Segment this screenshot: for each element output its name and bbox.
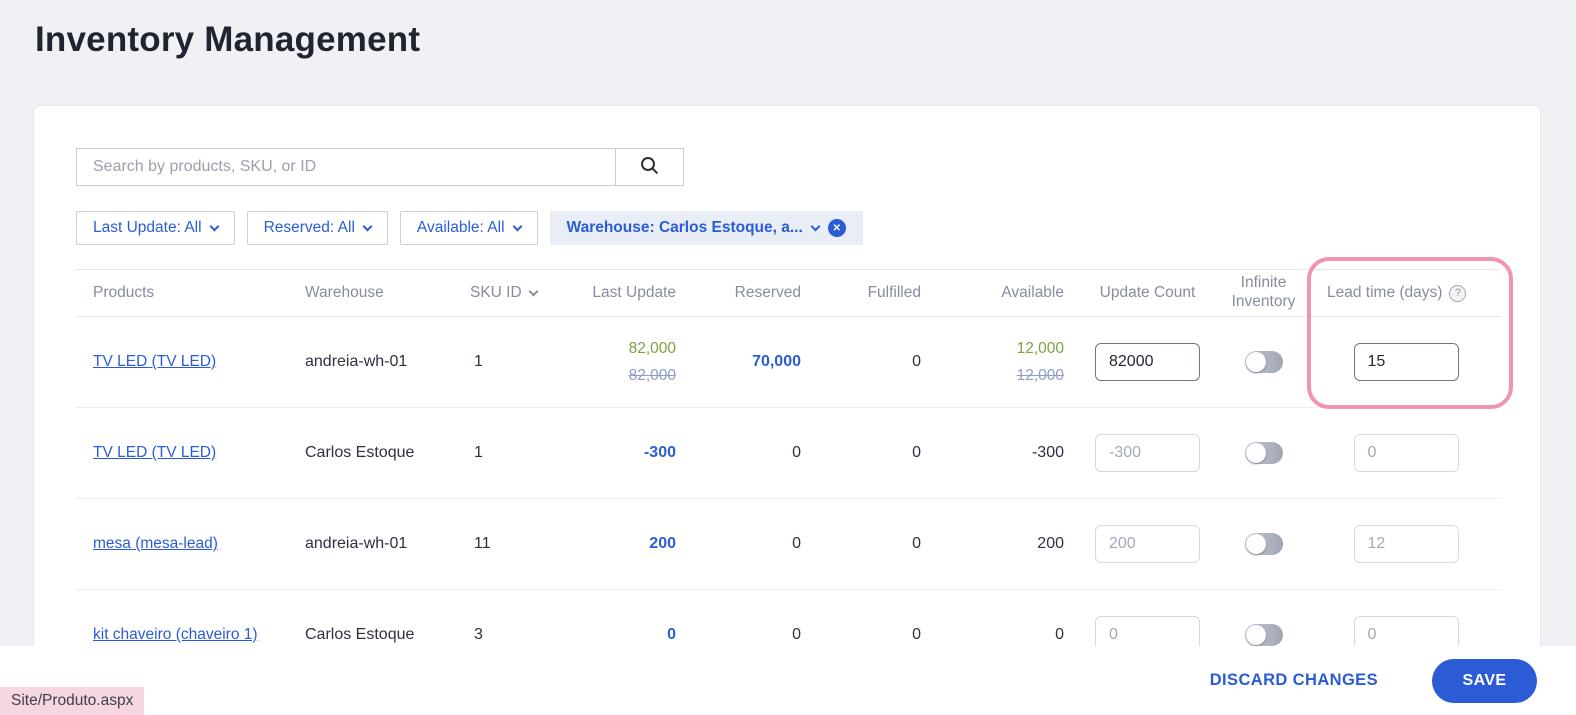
inventory-panel: Last Update: All Reserved: All Available…: [33, 105, 1541, 715]
warehouse-cell: andreia-wh-01: [305, 353, 408, 370]
fulfilled-cell: 0: [912, 353, 921, 370]
infinite-inventory-toggle[interactable]: [1244, 624, 1283, 646]
filter-last-update-label: Last Update: All: [93, 219, 202, 236]
available-new-value: 12,000: [1016, 339, 1064, 357]
clear-warehouse-filter-icon[interactable]: ✕: [827, 219, 846, 237]
save-button[interactable]: SAVE: [1432, 658, 1537, 703]
toggle-knob: [1245, 534, 1266, 554]
toggle-knob: [1245, 625, 1266, 645]
last-update-cell: 0: [667, 626, 676, 643]
toggle-knob: [1245, 443, 1266, 463]
sku-cell: 3: [474, 626, 483, 643]
available-cell: 0: [1055, 626, 1064, 643]
warehouse-cell: andreia-wh-01: [305, 535, 408, 552]
help-icon[interactable]: ?: [1449, 284, 1467, 302]
col-header-lead-time-label: Lead time (days): [1327, 284, 1443, 301]
filter-available[interactable]: Available: All: [399, 211, 538, 245]
col-header-last-update: Last Update: [592, 284, 676, 301]
filter-last-update[interactable]: Last Update: All: [76, 211, 235, 245]
update-count-input[interactable]: [1095, 525, 1200, 563]
filter-available-label: Available: All: [416, 219, 505, 236]
col-header-sku-label: SKU ID: [470, 284, 522, 301]
filter-reserved[interactable]: Reserved: All: [246, 211, 388, 245]
filter-reserved-label: Reserved: All: [263, 219, 355, 236]
inventory-management-screen: Inventory Management Last Update: All Re…: [0, 0, 1576, 715]
col-header-warehouse: Warehouse: [305, 284, 384, 301]
col-header-reserved: Reserved: [734, 284, 801, 301]
filter-warehouse-label: Warehouse: Carlos Estoque, a...: [566, 219, 803, 236]
last-update-cell: 82,000 82,000: [546, 340, 691, 385]
sku-cell: 11: [474, 535, 491, 552]
search-input[interactable]: [76, 148, 616, 186]
fulfilled-cell: 0: [912, 626, 921, 643]
available-cell: 12,000 12,000: [936, 340, 1079, 385]
col-header-infinite-inventory: Infinite Inventory: [1231, 274, 1296, 310]
toggle-knob: [1245, 352, 1266, 372]
col-header-available: Available: [1001, 284, 1064, 301]
fulfilled-cell: 0: [912, 444, 921, 461]
col-header-sku[interactable]: SKU ID: [456, 284, 546, 302]
col-header-fulfilled: Fulfilled: [867, 284, 921, 301]
available-old-value: 12,000: [1016, 366, 1064, 384]
reserved-cell: 0: [792, 444, 801, 461]
product-link[interactable]: mesa (mesa-lead): [93, 535, 218, 552]
lead-time-input[interactable]: [1353, 525, 1459, 563]
last-update-cell: -300: [643, 444, 676, 461]
reserved-cell: 70,000: [752, 353, 801, 370]
search-button[interactable]: [616, 148, 684, 186]
table-header-row: Products Warehouse SKU ID Last Update Re…: [76, 269, 1501, 317]
inventory-table: Products Warehouse SKU ID Last Update Re…: [76, 269, 1501, 681]
lead-time-input[interactable]: [1353, 434, 1459, 472]
infinite-inventory-toggle[interactable]: [1244, 533, 1283, 555]
last-update-old-value: 82,000: [628, 366, 676, 384]
chevron-down-icon: [209, 221, 220, 231]
last-update-new-value: 82,000: [628, 339, 676, 357]
chevron-down-icon: [362, 221, 373, 231]
chevron-down-icon: [512, 221, 522, 231]
table-row: TV LED (TV LED) Carlos Estoque 1 -300 0 …: [76, 408, 1501, 499]
search-bar: [76, 148, 684, 186]
sort-chevron-icon: [528, 286, 539, 296]
warehouse-cell: Carlos Estoque: [305, 626, 415, 643]
available-cell: 200: [1037, 535, 1064, 552]
product-link[interactable]: TV LED (TV LED): [93, 444, 216, 461]
chevron-down-icon: [810, 221, 821, 231]
filter-chips: Last Update: All Reserved: All Available…: [76, 211, 863, 245]
product-link[interactable]: kit chaveiro (chaveiro 1): [93, 626, 258, 643]
browser-status-bar: Site/Produto.aspx: [0, 687, 145, 715]
available-cell: -300: [1031, 444, 1064, 461]
search-icon: [639, 155, 660, 179]
col-header-update-count: Update Count: [1099, 284, 1196, 301]
fulfilled-cell: 0: [912, 535, 921, 552]
update-count-input[interactable]: [1095, 434, 1200, 472]
reserved-cell: 0: [792, 626, 801, 643]
col-header-lead-time: Lead time (days) ?: [1311, 284, 1501, 302]
sku-cell: 1: [474, 353, 483, 370]
col-header-products: Products: [93, 284, 155, 301]
action-footer: DISCARD CHANGES SAVE: [0, 646, 1576, 715]
update-count-input[interactable]: [1095, 343, 1200, 381]
warehouse-cell: Carlos Estoque: [305, 444, 415, 461]
product-link[interactable]: TV LED (TV LED): [93, 353, 216, 370]
discard-changes-button[interactable]: DISCARD CHANGES: [1210, 671, 1378, 690]
table-row: mesa (mesa-lead) andreia-wh-01 11 200 0 …: [76, 499, 1501, 590]
reserved-cell: 0: [792, 535, 801, 552]
infinite-inventory-toggle[interactable]: [1244, 351, 1283, 373]
filter-warehouse[interactable]: Warehouse: Carlos Estoque, a... ✕: [549, 211, 863, 245]
last-update-cell: 200: [649, 535, 676, 552]
table-row: TV LED (TV LED) andreia-wh-01 1 82,000 8…: [76, 317, 1501, 408]
page-title: Inventory Management: [35, 20, 421, 59]
sku-cell: 1: [474, 444, 483, 461]
lead-time-input[interactable]: [1353, 343, 1459, 381]
infinite-inventory-toggle[interactable]: [1244, 442, 1283, 464]
